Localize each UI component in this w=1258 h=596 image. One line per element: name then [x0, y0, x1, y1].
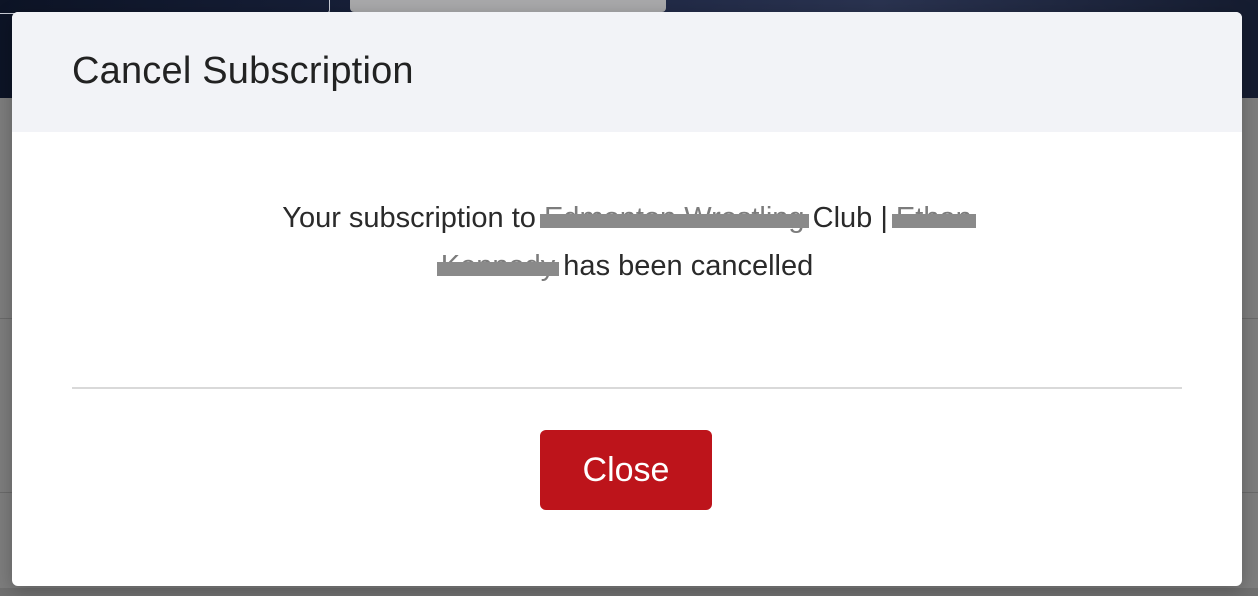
- dialog-header: Cancel Subscription: [12, 12, 1242, 132]
- redacted-first-name: Ethan: [891, 194, 976, 242]
- redacted-club-name: Edmonton Wrestling: [539, 194, 809, 242]
- background-divider: [0, 318, 12, 319]
- cancel-subscription-dialog: Cancel Subscription Your subscription to…: [12, 12, 1242, 586]
- background-divider: [0, 492, 12, 493]
- background-tab: [350, 0, 666, 12]
- message-line: Kennedy has been cancelled: [12, 242, 1242, 290]
- redacted-last-name: Kennedy: [436, 242, 559, 290]
- dialog-title: Cancel Subscription: [72, 50, 414, 92]
- close-button[interactable]: Close: [540, 430, 712, 510]
- dialog-divider: [72, 387, 1182, 389]
- background-divider: [1242, 318, 1258, 319]
- dialog-body: Your subscription to Edmonton Wrestling …: [12, 132, 1242, 388]
- message-club-suffix: Club |: [804, 202, 896, 234]
- cancellation-message: Your subscription to Edmonton Wrestling …: [12, 194, 1242, 290]
- background-footer: [0, 588, 1258, 596]
- message-prefix: Your subscription to: [282, 202, 544, 234]
- message-line: Your subscription to Edmonton Wrestling …: [12, 194, 1242, 242]
- background-divider: [1242, 492, 1258, 493]
- message-suffix: has been cancelled: [555, 250, 814, 282]
